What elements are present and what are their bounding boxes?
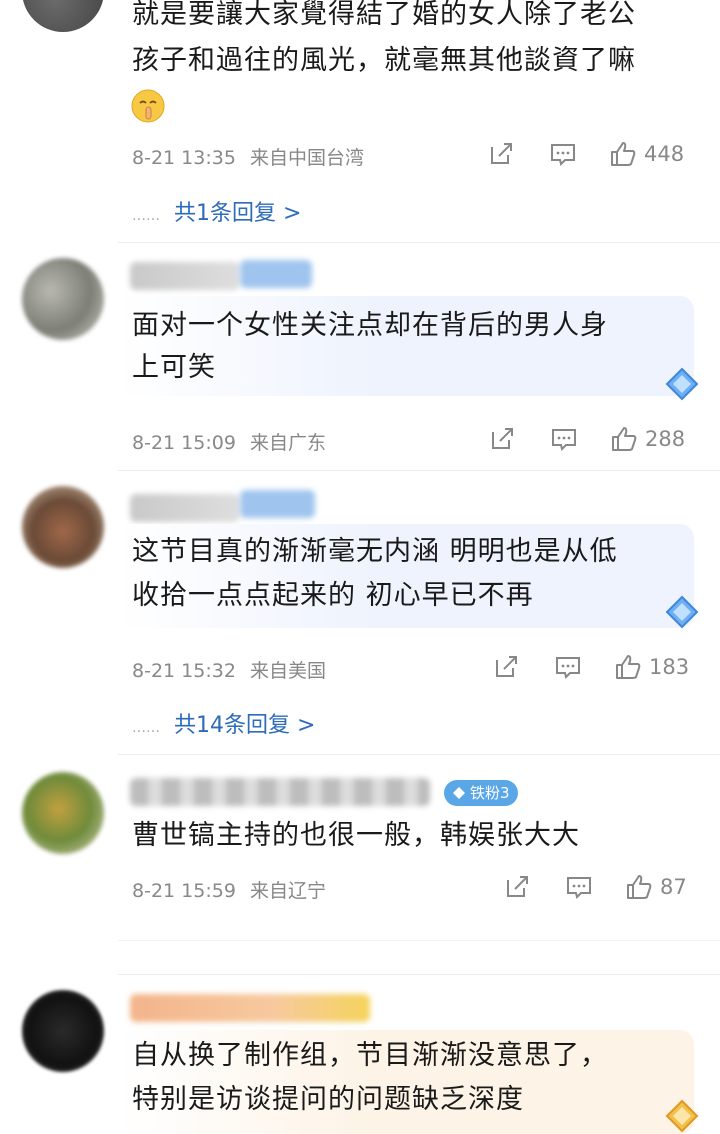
reply-summary[interactable]: …… 共14条回复 > [132,707,315,739]
share-icon[interactable] [502,872,532,902]
comment-text-line: 孩子和過往的風光，就毫無其他談資了嘛 [132,45,636,76]
comment-icon[interactable] [553,652,583,682]
like-icon[interactable] [624,872,654,902]
comment-text-line: 上可笑 [132,352,216,383]
username-blurred [240,260,312,288]
diamond-icon [665,595,699,629]
comment-icon[interactable] [548,139,578,169]
comment-icon[interactable] [564,872,594,902]
divider [118,754,720,755]
view-replies-link[interactable]: 共1条回复 > [174,201,301,226]
comment-meta: 8-21 15:59 来自辽宁 [132,876,326,903]
comment-time: 8-21 13:35 [132,147,236,169]
divider [118,940,720,941]
username-blurred[interactable] [130,262,240,290]
like-icon[interactable] [608,139,638,169]
comment-text-line: 面对一个女性关注点却在背后的男人身 [132,310,608,341]
comment-time: 8-21 15:59 [132,880,236,902]
reply-prefix: …… [132,720,160,736]
diamond-small-icon [453,787,465,799]
fan-badge[interactable]: 铁粉3 [444,780,518,806]
username-blurred[interactable] [130,778,430,806]
share-icon[interactable] [486,139,516,169]
comment-location: 来自美国 [249,660,326,682]
comment-actions: 288 [487,424,685,454]
share-icon[interactable] [487,424,517,454]
comment-meta: 8-21 15:09 来自广东 [132,428,326,455]
like-icon[interactable] [609,424,639,454]
avatar[interactable] [22,486,104,568]
divider [118,470,720,471]
username-blurred[interactable] [130,994,370,1022]
like-count: 448 [644,142,685,166]
comment-meta: 8-21 15:32 来自美国 [132,656,326,683]
comment-meta: 8-21 13:35 来自中国台湾 [132,143,364,170]
username-blurred [240,490,315,518]
avatar[interactable] [22,0,104,32]
comment-text-line: 特别是访谈提问的问题缺乏深度 [132,1084,524,1115]
comment-text-line: 曹世镐主持的也很一般，韩娱张大大 [132,820,580,851]
reply-summary[interactable]: …… 共1条回复 > [132,195,301,227]
comment-location: 来自中国台湾 [249,147,364,169]
comment-text-line: 就是要讓大家覺得結了婚的女人除了老公 [132,0,636,30]
fan-badge-label: 铁粉3 [470,784,510,802]
comment-actions: 87 [502,872,687,902]
divider [118,974,720,975]
comment-actions: 448 [486,139,684,169]
comment-text-line: 自从换了制作组，节目渐渐没意思了， [132,1040,608,1071]
comment-location: 来自广东 [249,432,326,454]
comment-time: 8-21 15:09 [132,432,236,454]
comment-time: 8-21 15:32 [132,660,236,682]
like-icon[interactable] [613,652,643,682]
diamond-icon [665,367,699,401]
reply-prefix: …… [132,208,160,224]
divider [118,242,720,243]
share-icon[interactable] [491,652,521,682]
comment-text-line: 这节目真的渐渐毫无内涵 明明也是从低 [132,536,618,567]
username-blurred[interactable] [130,494,240,522]
avatar[interactable] [22,772,104,854]
comment-actions: 183 [491,652,689,682]
shush-emoji-icon [131,89,165,123]
avatar[interactable] [22,990,104,1072]
comment-icon[interactable] [549,424,579,454]
like-count: 183 [649,655,690,679]
avatar[interactable] [22,258,104,340]
like-count: 87 [660,875,687,899]
like-count: 288 [645,427,686,451]
comment-location: 来自辽宁 [249,880,326,902]
comment-text-line: 收拾一点点起来的 初心早已不再 [132,580,534,611]
view-replies-link[interactable]: 共14条回复 > [174,713,315,738]
